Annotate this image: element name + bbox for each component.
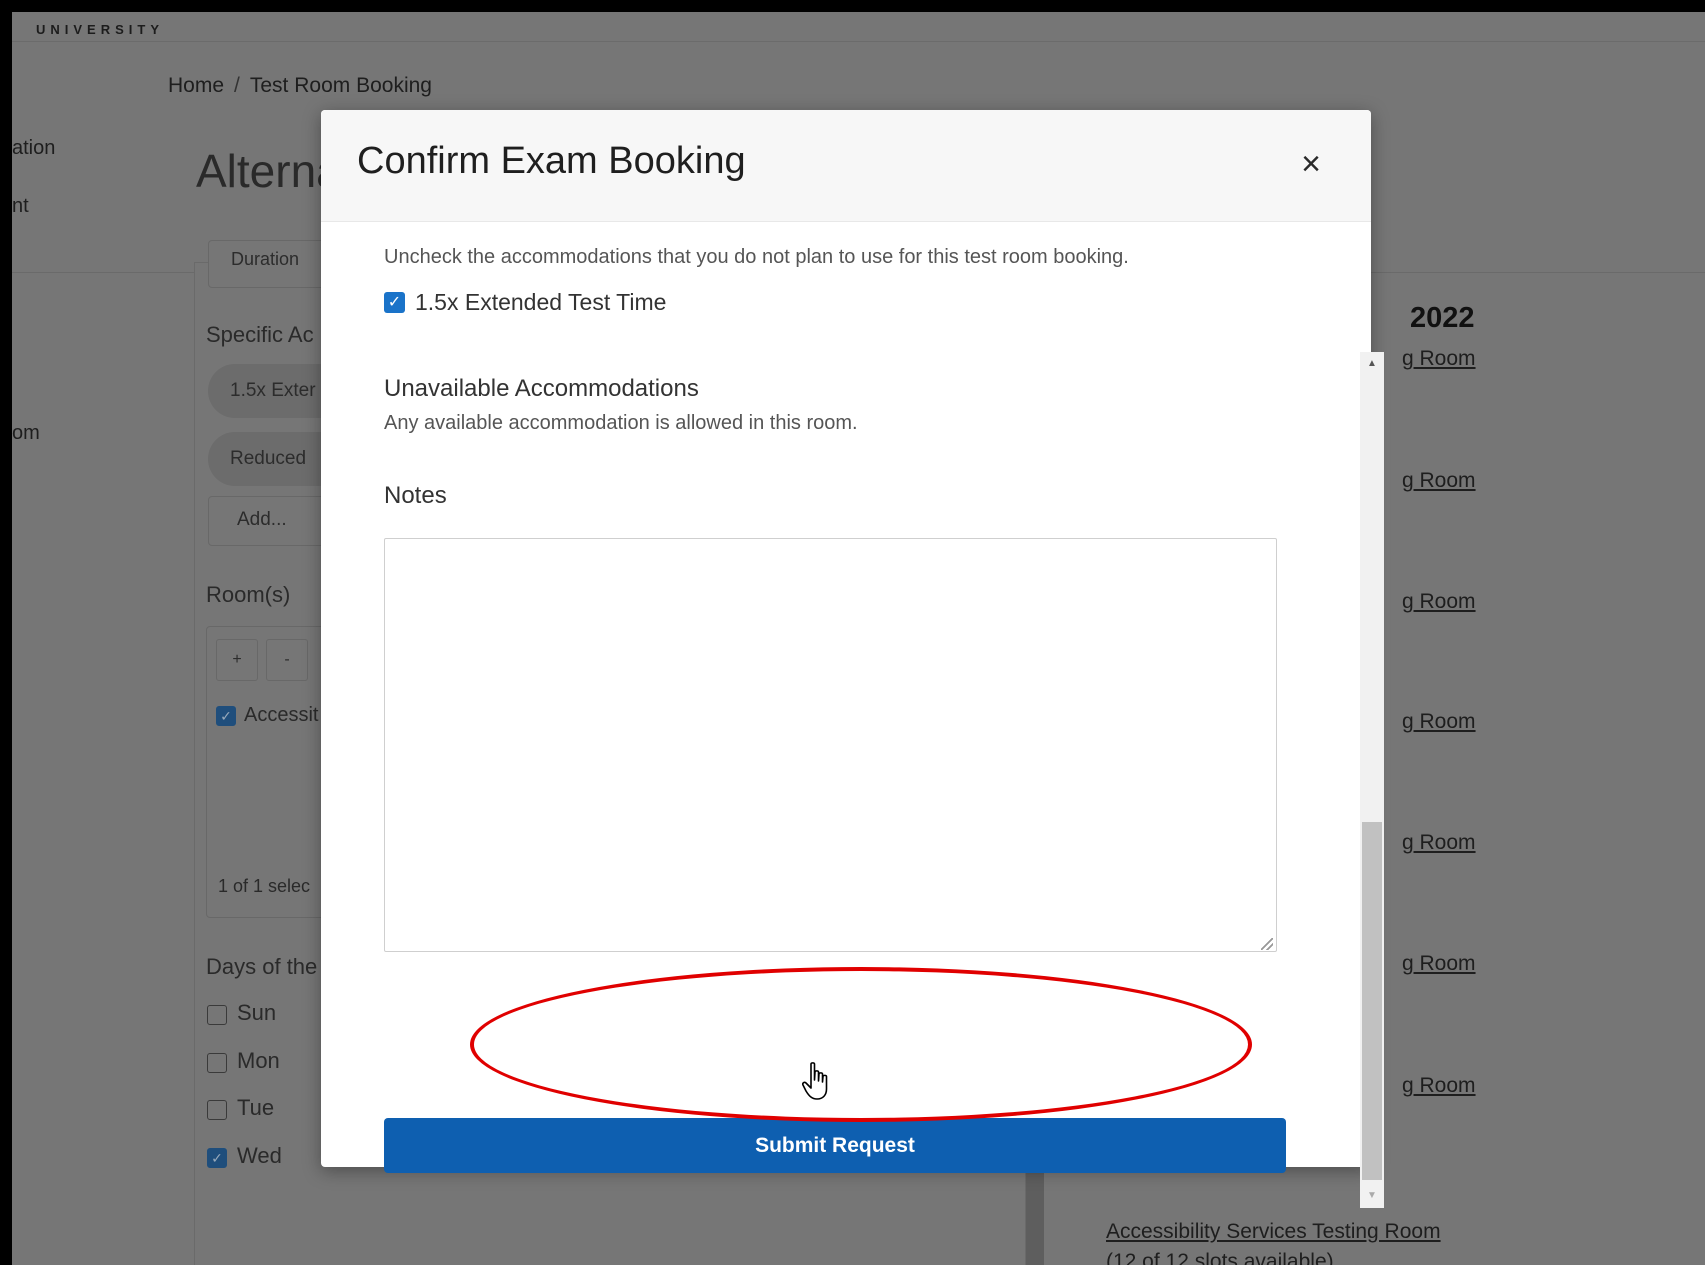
unavailable-accommodations-heading: Unavailable Accommodations (384, 375, 699, 402)
accommodation-option[interactable]: ✓ 1.5x Extended Test Time (384, 288, 666, 316)
accommodation-checkbox[interactable]: ✓ (384, 291, 405, 313)
accommodation-label: 1.5x Extended Test Time (415, 288, 667, 315)
close-icon[interactable]: × (1291, 144, 1331, 184)
add-room-button[interactable]: + (216, 639, 258, 681)
room-link-2[interactable]: g Room (1402, 469, 1476, 493)
submit-request-button[interactable]: Submit Request (384, 1118, 1286, 1173)
page-title: Alterna (196, 145, 342, 197)
left-nav-item-2[interactable]: nt (12, 195, 29, 218)
unavailable-accommodations-text: Any available accommodation is allowed i… (384, 412, 858, 434)
calendar-year: 2022 (1410, 302, 1475, 334)
day-checkbox-tue[interactable] (207, 1100, 227, 1120)
room-slots-text: (12 of 12 slots available) (1106, 1250, 1334, 1265)
remove-room-button[interactable]: - (266, 639, 308, 681)
rooms-label: Room(s) (206, 582, 291, 607)
university-header: UNIVERSITY (12, 12, 1705, 42)
room-link-7[interactable]: g Room (1402, 1074, 1476, 1098)
confirm-booking-modal: Confirm Exam Booking × Uncheck the accom… (321, 110, 1384, 1208)
rooms-selected-count: 1 of 1 selec (218, 876, 311, 896)
duration-placeholder: Duration (231, 249, 300, 269)
days-of-week-label: Days of the (206, 954, 318, 979)
breadcrumb-current: Test Room Booking (249, 74, 432, 97)
room-link-8[interactable]: Accessibility Services Testing Room (1106, 1220, 1441, 1244)
specific-accommodations-label: Specific Ac (206, 322, 314, 347)
textarea-resize-handle[interactable] (1261, 938, 1273, 950)
add-accommodation-label: Add... (237, 509, 287, 530)
room-link-3[interactable]: g Room (1402, 590, 1476, 614)
modal-scrollbar[interactable]: ▲ ▼ (1360, 352, 1384, 1208)
breadcrumb-home[interactable]: Home (168, 74, 224, 97)
day-label-wed: Wed (237, 1143, 282, 1168)
modal-header: Confirm Exam Booking × (321, 110, 1371, 222)
left-nav-item-1[interactable]: ation (12, 137, 55, 160)
room-link-5[interactable]: g Room (1402, 831, 1476, 855)
left-nav-item-3[interactable]: om (12, 422, 40, 445)
university-logo: UNIVERSITY (36, 22, 165, 37)
accommodations-instructions: Uncheck the accommodations that you do n… (384, 246, 1129, 268)
breadcrumb: Home / Test Room Booking (168, 74, 432, 98)
notes-textarea[interactable] (384, 538, 1277, 952)
day-label-tue: Tue (237, 1095, 275, 1120)
modal-title: Confirm Exam Booking (357, 140, 746, 182)
breadcrumb-separator: / (234, 74, 240, 97)
room-checkbox[interactable]: ✓ (216, 706, 236, 726)
scroll-thumb[interactable] (1362, 822, 1382, 1180)
day-label-mon: Mon (237, 1048, 280, 1073)
day-checkbox-mon[interactable] (207, 1053, 227, 1073)
day-checkbox-wed[interactable]: ✓ (207, 1148, 227, 1168)
room-link-6[interactable]: g Room (1402, 952, 1476, 976)
scroll-up-arrow-icon[interactable]: ▲ (1360, 352, 1384, 376)
room-link-1[interactable]: g Room (1402, 347, 1476, 371)
day-label-sun: Sun (237, 1000, 277, 1025)
room-link-4[interactable]: g Room (1402, 710, 1476, 734)
notes-label: Notes (384, 482, 447, 509)
scroll-down-arrow-icon[interactable]: ▼ (1360, 1184, 1384, 1208)
page-frame: UNIVERSITY Home / Test Room Booking ation … (12, 12, 1705, 1265)
room-item-label: Accessit (244, 704, 319, 726)
day-checkbox-sun[interactable] (207, 1005, 227, 1025)
